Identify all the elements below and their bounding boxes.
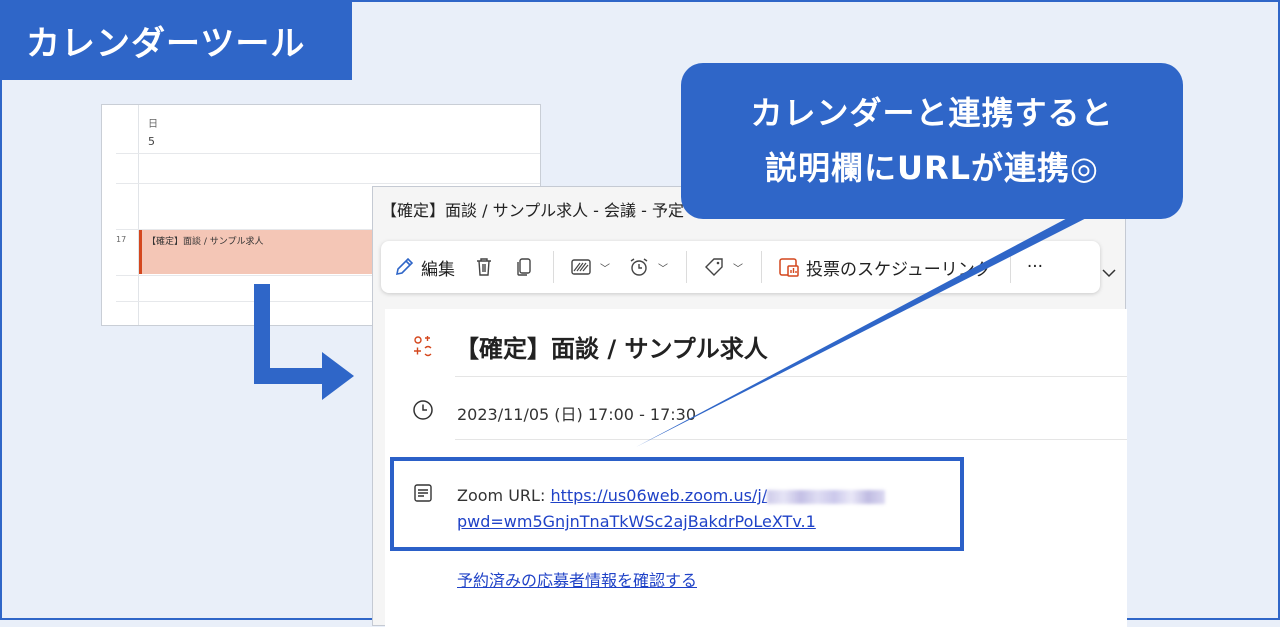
edit-label: 編集: [421, 259, 455, 280]
scheduling-poll-label: 投票のスケジューリング: [806, 259, 992, 280]
time-gutter-line: [138, 105, 139, 325]
hour-label: 17: [116, 235, 127, 244]
tool-badge: カレンダーツール: [0, 0, 352, 80]
callout-line-2: 説明欄にURLが連携◎: [765, 149, 1099, 187]
toolbar-separator: [686, 251, 687, 283]
pencil-icon: [395, 257, 414, 276]
divider: [455, 376, 1127, 377]
delete-button[interactable]: [473, 256, 495, 278]
more-options-button[interactable]: ···: [1027, 257, 1043, 277]
scheduling-poll-icon: [779, 258, 799, 277]
tag-icon: [705, 258, 723, 276]
scheduling-poll-button[interactable]: 投票のスケジューリング: [778, 255, 992, 280]
clock-icon: [413, 400, 433, 420]
busy-status-button[interactable]: ﹀: [570, 256, 610, 278]
toolbar-separator: [1009, 251, 1011, 283]
grid-line: [116, 183, 540, 184]
copy-button[interactable]: [513, 256, 535, 278]
flow-arrow-icon: [254, 284, 354, 400]
category-button[interactable]: ﹀: [703, 256, 743, 278]
busy-status-icon: [571, 259, 591, 275]
category-icon: [414, 336, 432, 357]
chevron-down-icon: ﹀: [600, 263, 610, 275]
callout-line-1: カレンダーと連携すると: [750, 94, 1114, 132]
alarm-clock-icon: [630, 258, 648, 276]
event-window: 【確定】面談 / サンプル求人 - 会議 - 予定 編集 ﹀ ﹀ ﹀ 投票のスケ…: [372, 186, 1127, 627]
divider: [455, 439, 1127, 440]
window-title: 【確定】面談 / サンプル求人 - 会議 - 予定: [381, 201, 684, 220]
chevron-down-icon: ﹀: [733, 263, 743, 275]
edit-button[interactable]: 編集: [393, 255, 455, 280]
toolbar-separator: [761, 251, 762, 283]
applicant-info-link[interactable]: 予約済みの応募者情報を確認する: [457, 567, 697, 591]
chevron-down-icon[interactable]: [1101, 267, 1117, 279]
trash-icon: [477, 258, 491, 276]
grid-line: [116, 153, 540, 154]
copy-icon: [517, 258, 531, 276]
url-highlight-box: [390, 457, 964, 551]
reminder-button[interactable]: ﹀: [628, 256, 668, 278]
event-subject: 【確定】面談 / サンプル求人: [455, 335, 768, 363]
chevron-down-icon: ﹀: [658, 263, 668, 275]
event-datetime: 2023/11/05 (日) 17:00 - 17:30: [457, 405, 697, 424]
toolbar-separator: [553, 251, 554, 283]
callout-bubble: カレンダーと連携すると 説明欄にURLが連携◎: [681, 63, 1183, 219]
event-toolbar: 編集 ﹀ ﹀ ﹀ 投票のスケジューリング ···: [381, 241, 1100, 293]
day-number-label: 5: [148, 135, 155, 148]
day-of-week-label: 日: [148, 119, 158, 130]
